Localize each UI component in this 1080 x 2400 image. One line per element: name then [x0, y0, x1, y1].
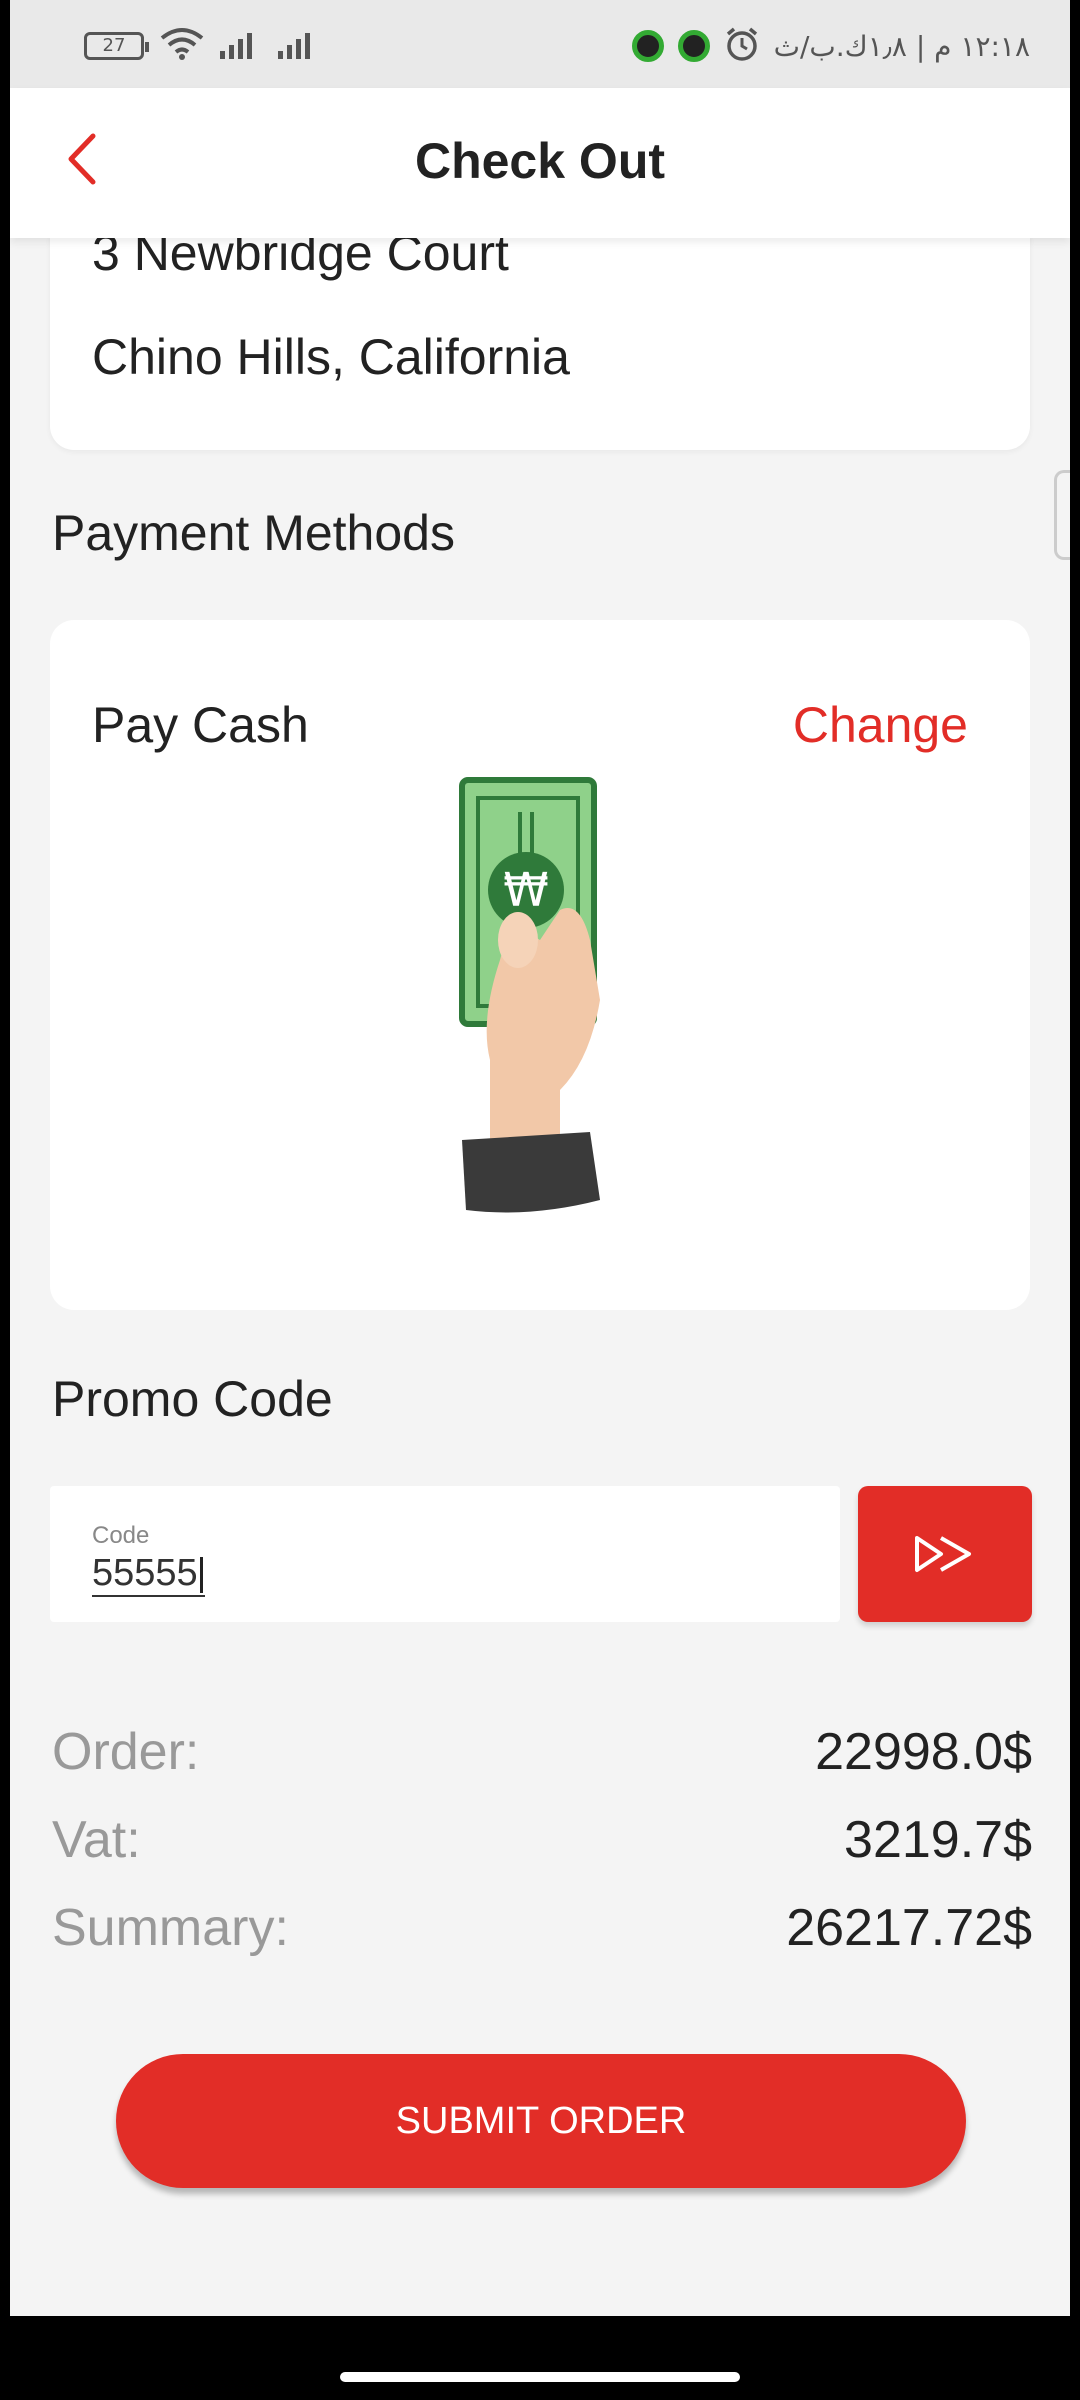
status-bar: 27 ١٢:١٨ م | ١٫٨ك.ب/ث	[10, 0, 1070, 88]
wifi-icon	[160, 26, 204, 67]
status-left: 27	[84, 26, 320, 66]
scroll-indicator	[1054, 470, 1070, 560]
fast-forward-icon	[915, 1536, 971, 1572]
payment-card: Pay Cash Change ₩	[50, 620, 1030, 1310]
summary-total-row: Summary: 26217.72$	[52, 1898, 1032, 1968]
order-label: Order:	[52, 1723, 200, 1781]
vat-total-row: Vat: 3219.7$	[52, 1810, 1032, 1880]
summary-label: Summary:	[52, 1899, 289, 1957]
promo-field-label: Code	[92, 1522, 150, 1549]
checkout-screen: 27 ١٢:١٨ م | ١٫٨ك.ب/ث Check Out 3 Newbri…	[10, 0, 1070, 2316]
payment-method-label: Pay Cash	[92, 697, 309, 753]
status-time: ١٢:١٨ م | ١٫٨ك.ب/ث	[773, 29, 1030, 63]
vat-label: Vat:	[52, 1811, 141, 1869]
signal-icon-2	[278, 29, 320, 63]
battery-icon: 27	[84, 32, 149, 60]
battery-level: 27	[102, 35, 126, 56]
order-total-row: Order: 22998.0$	[52, 1722, 1032, 1792]
alarm-icon	[724, 26, 760, 66]
app-notification-icon-2	[677, 30, 710, 62]
app-header: Check Out	[10, 88, 1070, 238]
submit-order-button[interactable]: SUBMIT ORDER	[116, 2054, 966, 2188]
promo-code-field[interactable]: Code 55555	[50, 1486, 840, 1622]
app-notification-icon	[631, 30, 664, 62]
payment-methods-title: Payment Methods	[52, 505, 455, 561]
home-indicator[interactable]	[340, 2372, 740, 2382]
address-line-2: Chino Hills, California	[92, 329, 570, 385]
svg-text:₩: ₩	[503, 863, 548, 917]
cash-hand-illustration: ₩	[459, 777, 600, 1213]
vat-value: 3219.7$	[844, 1811, 1032, 1869]
status-right: ١٢:١٨ م | ١٫٨ك.ب/ث	[631, 26, 1030, 66]
apply-promo-button[interactable]	[858, 1486, 1032, 1622]
change-payment-button[interactable]: Change	[793, 696, 968, 754]
promo-code-input[interactable]: 55555	[92, 1552, 205, 1597]
promo-code-title: Promo Code	[52, 1371, 333, 1427]
order-value: 22998.0$	[815, 1723, 1032, 1781]
page-title: Check Out	[414, 133, 666, 189]
signal-icon	[220, 29, 262, 63]
summary-value: 26217.72$	[786, 1899, 1032, 1957]
